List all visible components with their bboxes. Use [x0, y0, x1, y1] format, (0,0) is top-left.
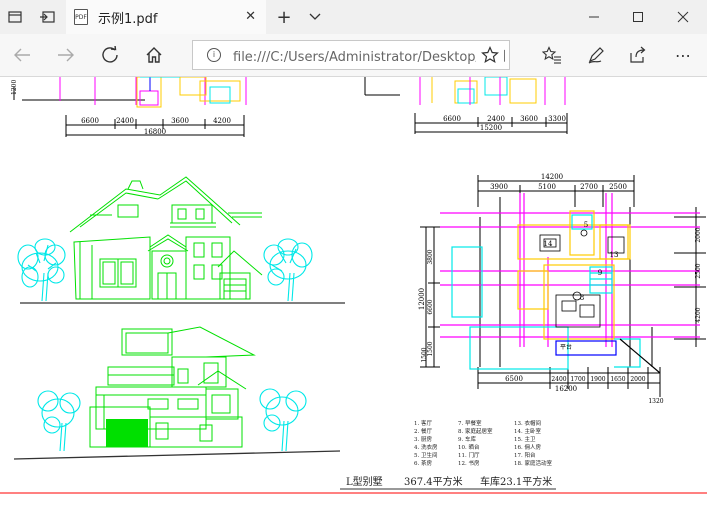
dim-text: 2500 — [609, 183, 627, 191]
dim-text: 2500 — [695, 263, 702, 278]
palm-tree-right — [263, 238, 313, 302]
palm-tree-right-2 — [259, 388, 307, 452]
legend-item: 10. 晒台 — [458, 443, 480, 451]
room-number: 8 — [580, 294, 584, 302]
dim-text: 2700 — [580, 183, 598, 191]
dim-text: 1900 — [590, 376, 605, 383]
legend-item: 7. 早餐室 — [458, 419, 482, 427]
drawing-area: 367.4平方米 — [404, 475, 463, 488]
dim-text: 14200 — [541, 173, 563, 181]
notes-pen-icon[interactable] — [580, 34, 612, 76]
dim-text: 4200 — [213, 117, 231, 125]
refresh-button[interactable] — [94, 34, 126, 76]
new-tab-button[interactable]: + — [270, 0, 298, 34]
drawing-title: L型别墅 — [346, 475, 383, 488]
legend-item: 14. 主卧室 — [514, 427, 541, 435]
house-elevation-front — [69, 176, 263, 300]
chevron-down-icon[interactable] — [302, 0, 328, 34]
legend-item: 6. 茶房 — [414, 459, 432, 467]
dim-text: 1500 — [427, 341, 434, 356]
dim-text: 1320 — [648, 398, 663, 405]
legend-item: 4. 洗衣房 — [414, 443, 438, 451]
legend-item: 5. 卫生间 — [414, 451, 438, 459]
dim-text: 2400 — [116, 117, 134, 125]
legend-item: 15. 主卫 — [514, 435, 536, 443]
dim-text: 1500 — [421, 347, 428, 362]
share-icon[interactable] — [622, 34, 654, 76]
favorite-star-icon[interactable] — [476, 41, 504, 69]
dim-text: 3900 — [490, 183, 508, 191]
top-right-elevation — [364, 77, 566, 105]
address-bar[interactable]: i file:///C:/Users/Administrator/Desktop… — [192, 40, 510, 70]
dim-text: 6600 — [427, 299, 434, 314]
ground-line-2 — [13, 450, 341, 460]
navigation-bar: i file:///C:/Users/Administrator/Desktop… — [0, 34, 707, 77]
room-legend: 1. 客厅 2. 餐厅 3. 厨房 4. 洗衣房 5. 卫生间 6. 茶房 7.… — [414, 419, 552, 467]
plan-label: 平台 — [560, 343, 572, 351]
pdf-viewer-content: 6600 2400 3600 4200 16800 1200 6600 2400… — [0, 77, 707, 508]
room-number: 13 — [610, 251, 619, 259]
dim-text: 6500 — [505, 375, 523, 383]
back-button[interactable] — [6, 34, 38, 76]
legend-item: 11. 门厅 — [458, 451, 480, 459]
dim-text: 3600 — [171, 117, 189, 125]
dim-text: 3600 — [520, 115, 538, 123]
room-number: 14 — [544, 240, 553, 248]
dim-text: 2400 — [551, 376, 566, 383]
dim-text: 3800 — [427, 249, 434, 264]
house-elevation-side — [95, 326, 256, 430]
site-info-icon[interactable]: i — [207, 48, 221, 62]
top-left-elevation — [13, 77, 247, 108]
legend-item: 13. 衣帽间 — [514, 419, 541, 427]
tab-title: 示例1.pdf — [98, 11, 158, 27]
dim-text: 2000 — [630, 376, 645, 383]
legend-item: 9. 车库 — [458, 435, 476, 443]
favorites-list-icon[interactable] — [536, 34, 568, 76]
legend-item: 1. 客厅 — [414, 419, 432, 427]
legend-item: 16. 佣人房 — [514, 443, 541, 451]
legend-item: 2. 餐厅 — [414, 427, 432, 435]
palm-tree-left — [17, 238, 66, 302]
legend-item: 3. 厨房 — [414, 435, 432, 443]
minimize-button[interactable] — [572, 0, 616, 34]
legend-item: 17. 阳台 — [514, 451, 536, 459]
room-number: 9 — [598, 269, 602, 277]
dim-text: 16200 — [555, 385, 577, 393]
legend-item: 18. 家庭活动室 — [514, 459, 552, 467]
dim-text: 12000 — [418, 288, 426, 310]
close-window-button[interactable] — [660, 0, 706, 34]
more-options-icon[interactable]: ⋯ — [666, 34, 700, 76]
pdf-file-icon: PDF — [74, 9, 88, 25]
architectural-drawing: 6600 2400 3600 4200 16800 1200 6600 2400… — [0, 77, 707, 494]
dim-text: 6600 — [443, 115, 461, 123]
tab-actions-icon[interactable] — [0, 0, 30, 34]
dim-text: 4200 — [695, 307, 702, 322]
dim-text: 5100 — [538, 183, 556, 191]
garage-door — [106, 419, 148, 447]
address-url[interactable]: file:///C:/Users/Administrator/Desktop/示… — [233, 46, 506, 65]
close-icon[interactable]: ✕ — [245, 9, 256, 24]
dim-text: 1200 — [11, 80, 18, 95]
legend-item: 8. 家庭起居室 — [458, 427, 493, 435]
dim-text: 2400 — [487, 115, 505, 123]
dim-text: 15200 — [480, 124, 502, 132]
dim-text: 2000 — [695, 227, 702, 242]
dim-text: 16800 — [144, 128, 166, 136]
dim-text: 3300 — [548, 115, 566, 123]
dim-text: 6600 — [81, 117, 99, 125]
forward-button[interactable] — [50, 34, 82, 76]
legend-item: 12. 书房 — [458, 459, 480, 467]
palm-tree-left-2 — [37, 390, 81, 452]
room-number: 5 — [584, 221, 588, 229]
set-tabs-aside-icon[interactable] — [32, 0, 62, 34]
maximize-button[interactable] — [616, 0, 660, 34]
tab-bar: PDF 示例1.pdf ✕ + — [0, 0, 707, 34]
drawing-garage-area: 车库23.1平方米 — [480, 475, 552, 488]
home-button[interactable] — [138, 34, 170, 76]
dim-text: 1700 — [570, 376, 585, 383]
dim-text: 1650 — [610, 376, 625, 383]
tab-active[interactable]: PDF 示例1.pdf ✕ — [66, 0, 266, 34]
floor-plan-dimensions — [420, 175, 706, 397]
